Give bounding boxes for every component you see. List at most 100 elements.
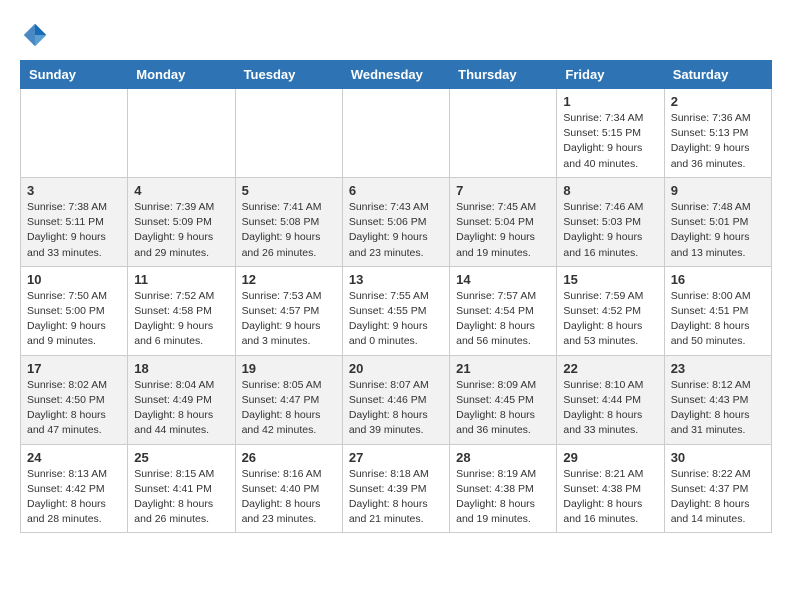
day-number: 17: [27, 361, 121, 376]
day-info: Sunrise: 7:50 AM Sunset: 5:00 PM Dayligh…: [27, 289, 121, 350]
calendar-day-cell: 22 Sunrise: 8:10 AM Sunset: 4:44 PM Dayli…: [557, 355, 664, 444]
day-number: 10: [27, 272, 121, 287]
calendar-day-cell: 13 Sunrise: 7:55 AM Sunset: 4:55 PM Dayli…: [342, 266, 449, 355]
day-info: Sunrise: 7:38 AM Sunset: 5:11 PM Dayligh…: [27, 200, 121, 261]
calendar-day-cell: [21, 89, 128, 178]
day-info: Sunrise: 8:13 AM Sunset: 4:42 PM Dayligh…: [27, 467, 121, 528]
day-number: 16: [671, 272, 765, 287]
calendar-day-cell: 5 Sunrise: 7:41 AM Sunset: 5:08 PM Daylig…: [235, 177, 342, 266]
calendar-day-cell: 21Sunrise: 8:09 AM Sunset: 4:45 PM Dayli…: [450, 355, 557, 444]
day-info: Sunrise: 7:46 AM Sunset: 5:03 PM Dayligh…: [563, 200, 657, 261]
day-number: 7: [456, 183, 550, 198]
calendar-day-cell: 26 Sunrise: 8:16 AM Sunset: 4:40 PM Dayli…: [235, 444, 342, 533]
calendar-day-cell: 17 Sunrise: 8:02 AM Sunset: 4:50 PM Dayli…: [21, 355, 128, 444]
calendar-day-cell: [128, 89, 235, 178]
logo: [20, 20, 54, 50]
day-info: Sunrise: 8:07 AM Sunset: 4:46 PM Dayligh…: [349, 378, 443, 439]
day-info: Sunrise: 8:21 AM Sunset: 4:38 PM Dayligh…: [563, 467, 657, 528]
calendar-day-cell: [342, 89, 449, 178]
day-of-week-header: Saturday: [664, 61, 771, 89]
calendar-day-cell: 8Sunrise: 7:46 AM Sunset: 5:03 PM Daylig…: [557, 177, 664, 266]
day-number: 19: [242, 361, 336, 376]
day-info: Sunrise: 7:41 AM Sunset: 5:08 PM Dayligh…: [242, 200, 336, 261]
calendar-week-row: 10 Sunrise: 7:50 AM Sunset: 5:00 PM Dayli…: [21, 266, 772, 355]
day-number: 23: [671, 361, 765, 376]
calendar-day-cell: 2 Sunrise: 7:36 AM Sunset: 5:13 PM Daylig…: [664, 89, 771, 178]
day-number: 12: [242, 272, 336, 287]
day-info: Sunrise: 7:57 AM Sunset: 4:54 PM Dayligh…: [456, 289, 550, 350]
day-number: 13: [349, 272, 443, 287]
calendar-day-cell: 14Sunrise: 7:57 AM Sunset: 4:54 PM Dayli…: [450, 266, 557, 355]
day-number: 11: [134, 272, 228, 287]
calendar-day-cell: 1 Sunrise: 7:34 AM Sunset: 5:15 PM Daylig…: [557, 89, 664, 178]
calendar-day-cell: 30Sunrise: 8:22 AM Sunset: 4:37 PM Dayli…: [664, 444, 771, 533]
calendar-day-cell: 29 Sunrise: 8:21 AM Sunset: 4:38 PM Dayli…: [557, 444, 664, 533]
day-info: Sunrise: 8:18 AM Sunset: 4:39 PM Dayligh…: [349, 467, 443, 528]
day-number: 29: [563, 450, 657, 465]
day-number: 27: [349, 450, 443, 465]
day-number: 1: [563, 94, 657, 109]
calendar-header-row: SundayMondayTuesdayWednesdayThursdayFrid…: [21, 61, 772, 89]
day-info: Sunrise: 7:55 AM Sunset: 4:55 PM Dayligh…: [349, 289, 443, 350]
calendar-day-cell: [450, 89, 557, 178]
day-of-week-header: Tuesday: [235, 61, 342, 89]
calendar-day-cell: 27 Sunrise: 8:18 AM Sunset: 4:39 PM Dayli…: [342, 444, 449, 533]
day-number: 18: [134, 361, 228, 376]
calendar-day-cell: 23 Sunrise: 8:12 AM Sunset: 4:43 PM Dayli…: [664, 355, 771, 444]
day-number: 9: [671, 183, 765, 198]
day-number: 6: [349, 183, 443, 198]
day-number: 2: [671, 94, 765, 109]
day-info: Sunrise: 7:48 AM Sunset: 5:01 PM Dayligh…: [671, 200, 765, 261]
day-info: Sunrise: 8:00 AM Sunset: 4:51 PM Dayligh…: [671, 289, 765, 350]
day-number: 22: [563, 361, 657, 376]
day-info: Sunrise: 8:04 AM Sunset: 4:49 PM Dayligh…: [134, 378, 228, 439]
day-number: 26: [242, 450, 336, 465]
day-number: 4: [134, 183, 228, 198]
day-info: Sunrise: 7:36 AM Sunset: 5:13 PM Dayligh…: [671, 111, 765, 172]
day-info: Sunrise: 8:16 AM Sunset: 4:40 PM Dayligh…: [242, 467, 336, 528]
logo-icon: [20, 20, 50, 50]
day-info: Sunrise: 8:09 AM Sunset: 4:45 PM Dayligh…: [456, 378, 550, 439]
day-info: Sunrise: 7:52 AM Sunset: 4:58 PM Dayligh…: [134, 289, 228, 350]
day-info: Sunrise: 7:39 AM Sunset: 5:09 PM Dayligh…: [134, 200, 228, 261]
day-number: 24: [27, 450, 121, 465]
day-number: 30: [671, 450, 765, 465]
calendar-week-row: 24 Sunrise: 8:13 AM Sunset: 4:42 PM Dayli…: [21, 444, 772, 533]
day-info: Sunrise: 8:15 AM Sunset: 4:41 PM Dayligh…: [134, 467, 228, 528]
day-info: Sunrise: 8:19 AM Sunset: 4:38 PM Dayligh…: [456, 467, 550, 528]
calendar-day-cell: 18 Sunrise: 8:04 AM Sunset: 4:49 PM Dayli…: [128, 355, 235, 444]
calendar-day-cell: 7Sunrise: 7:45 AM Sunset: 5:04 PM Daylig…: [450, 177, 557, 266]
calendar-day-cell: 4 Sunrise: 7:39 AM Sunset: 5:09 PM Daylig…: [128, 177, 235, 266]
calendar-day-cell: 10 Sunrise: 7:50 AM Sunset: 5:00 PM Dayli…: [21, 266, 128, 355]
day-of-week-header: Sunday: [21, 61, 128, 89]
day-info: Sunrise: 8:05 AM Sunset: 4:47 PM Dayligh…: [242, 378, 336, 439]
day-of-week-header: Wednesday: [342, 61, 449, 89]
day-number: 28: [456, 450, 550, 465]
day-number: 5: [242, 183, 336, 198]
calendar-day-cell: 16 Sunrise: 8:00 AM Sunset: 4:51 PM Dayli…: [664, 266, 771, 355]
calendar-day-cell: 12 Sunrise: 7:53 AM Sunset: 4:57 PM Dayli…: [235, 266, 342, 355]
calendar-week-row: 17 Sunrise: 8:02 AM Sunset: 4:50 PM Dayli…: [21, 355, 772, 444]
day-number: 25: [134, 450, 228, 465]
calendar-week-row: 3 Sunrise: 7:38 AM Sunset: 5:11 PM Daylig…: [21, 177, 772, 266]
calendar-day-cell: [235, 89, 342, 178]
calendar-day-cell: 19 Sunrise: 8:05 AM Sunset: 4:47 PM Dayli…: [235, 355, 342, 444]
day-info: Sunrise: 7:43 AM Sunset: 5:06 PM Dayligh…: [349, 200, 443, 261]
calendar-day-cell: 20Sunrise: 8:07 AM Sunset: 4:46 PM Dayli…: [342, 355, 449, 444]
day-info: Sunrise: 7:53 AM Sunset: 4:57 PM Dayligh…: [242, 289, 336, 350]
calendar-table: SundayMondayTuesdayWednesdayThursdayFrid…: [20, 60, 772, 533]
day-number: 3: [27, 183, 121, 198]
calendar-day-cell: 25 Sunrise: 8:15 AM Sunset: 4:41 PM Dayli…: [128, 444, 235, 533]
calendar-day-cell: 9 Sunrise: 7:48 AM Sunset: 5:01 PM Daylig…: [664, 177, 771, 266]
calendar-day-cell: 28 Sunrise: 8:19 AM Sunset: 4:38 PM Dayli…: [450, 444, 557, 533]
day-info: Sunrise: 7:34 AM Sunset: 5:15 PM Dayligh…: [563, 111, 657, 172]
calendar-day-cell: 6 Sunrise: 7:43 AM Sunset: 5:06 PM Daylig…: [342, 177, 449, 266]
day-of-week-header: Monday: [128, 61, 235, 89]
day-info: Sunrise: 7:59 AM Sunset: 4:52 PM Dayligh…: [563, 289, 657, 350]
day-of-week-header: Thursday: [450, 61, 557, 89]
day-info: Sunrise: 8:12 AM Sunset: 4:43 PM Dayligh…: [671, 378, 765, 439]
day-info: Sunrise: 8:02 AM Sunset: 4:50 PM Dayligh…: [27, 378, 121, 439]
calendar-day-cell: 11 Sunrise: 7:52 AM Sunset: 4:58 PM Dayli…: [128, 266, 235, 355]
day-info: Sunrise: 8:10 AM Sunset: 4:44 PM Dayligh…: [563, 378, 657, 439]
calendar-day-cell: 3 Sunrise: 7:38 AM Sunset: 5:11 PM Daylig…: [21, 177, 128, 266]
